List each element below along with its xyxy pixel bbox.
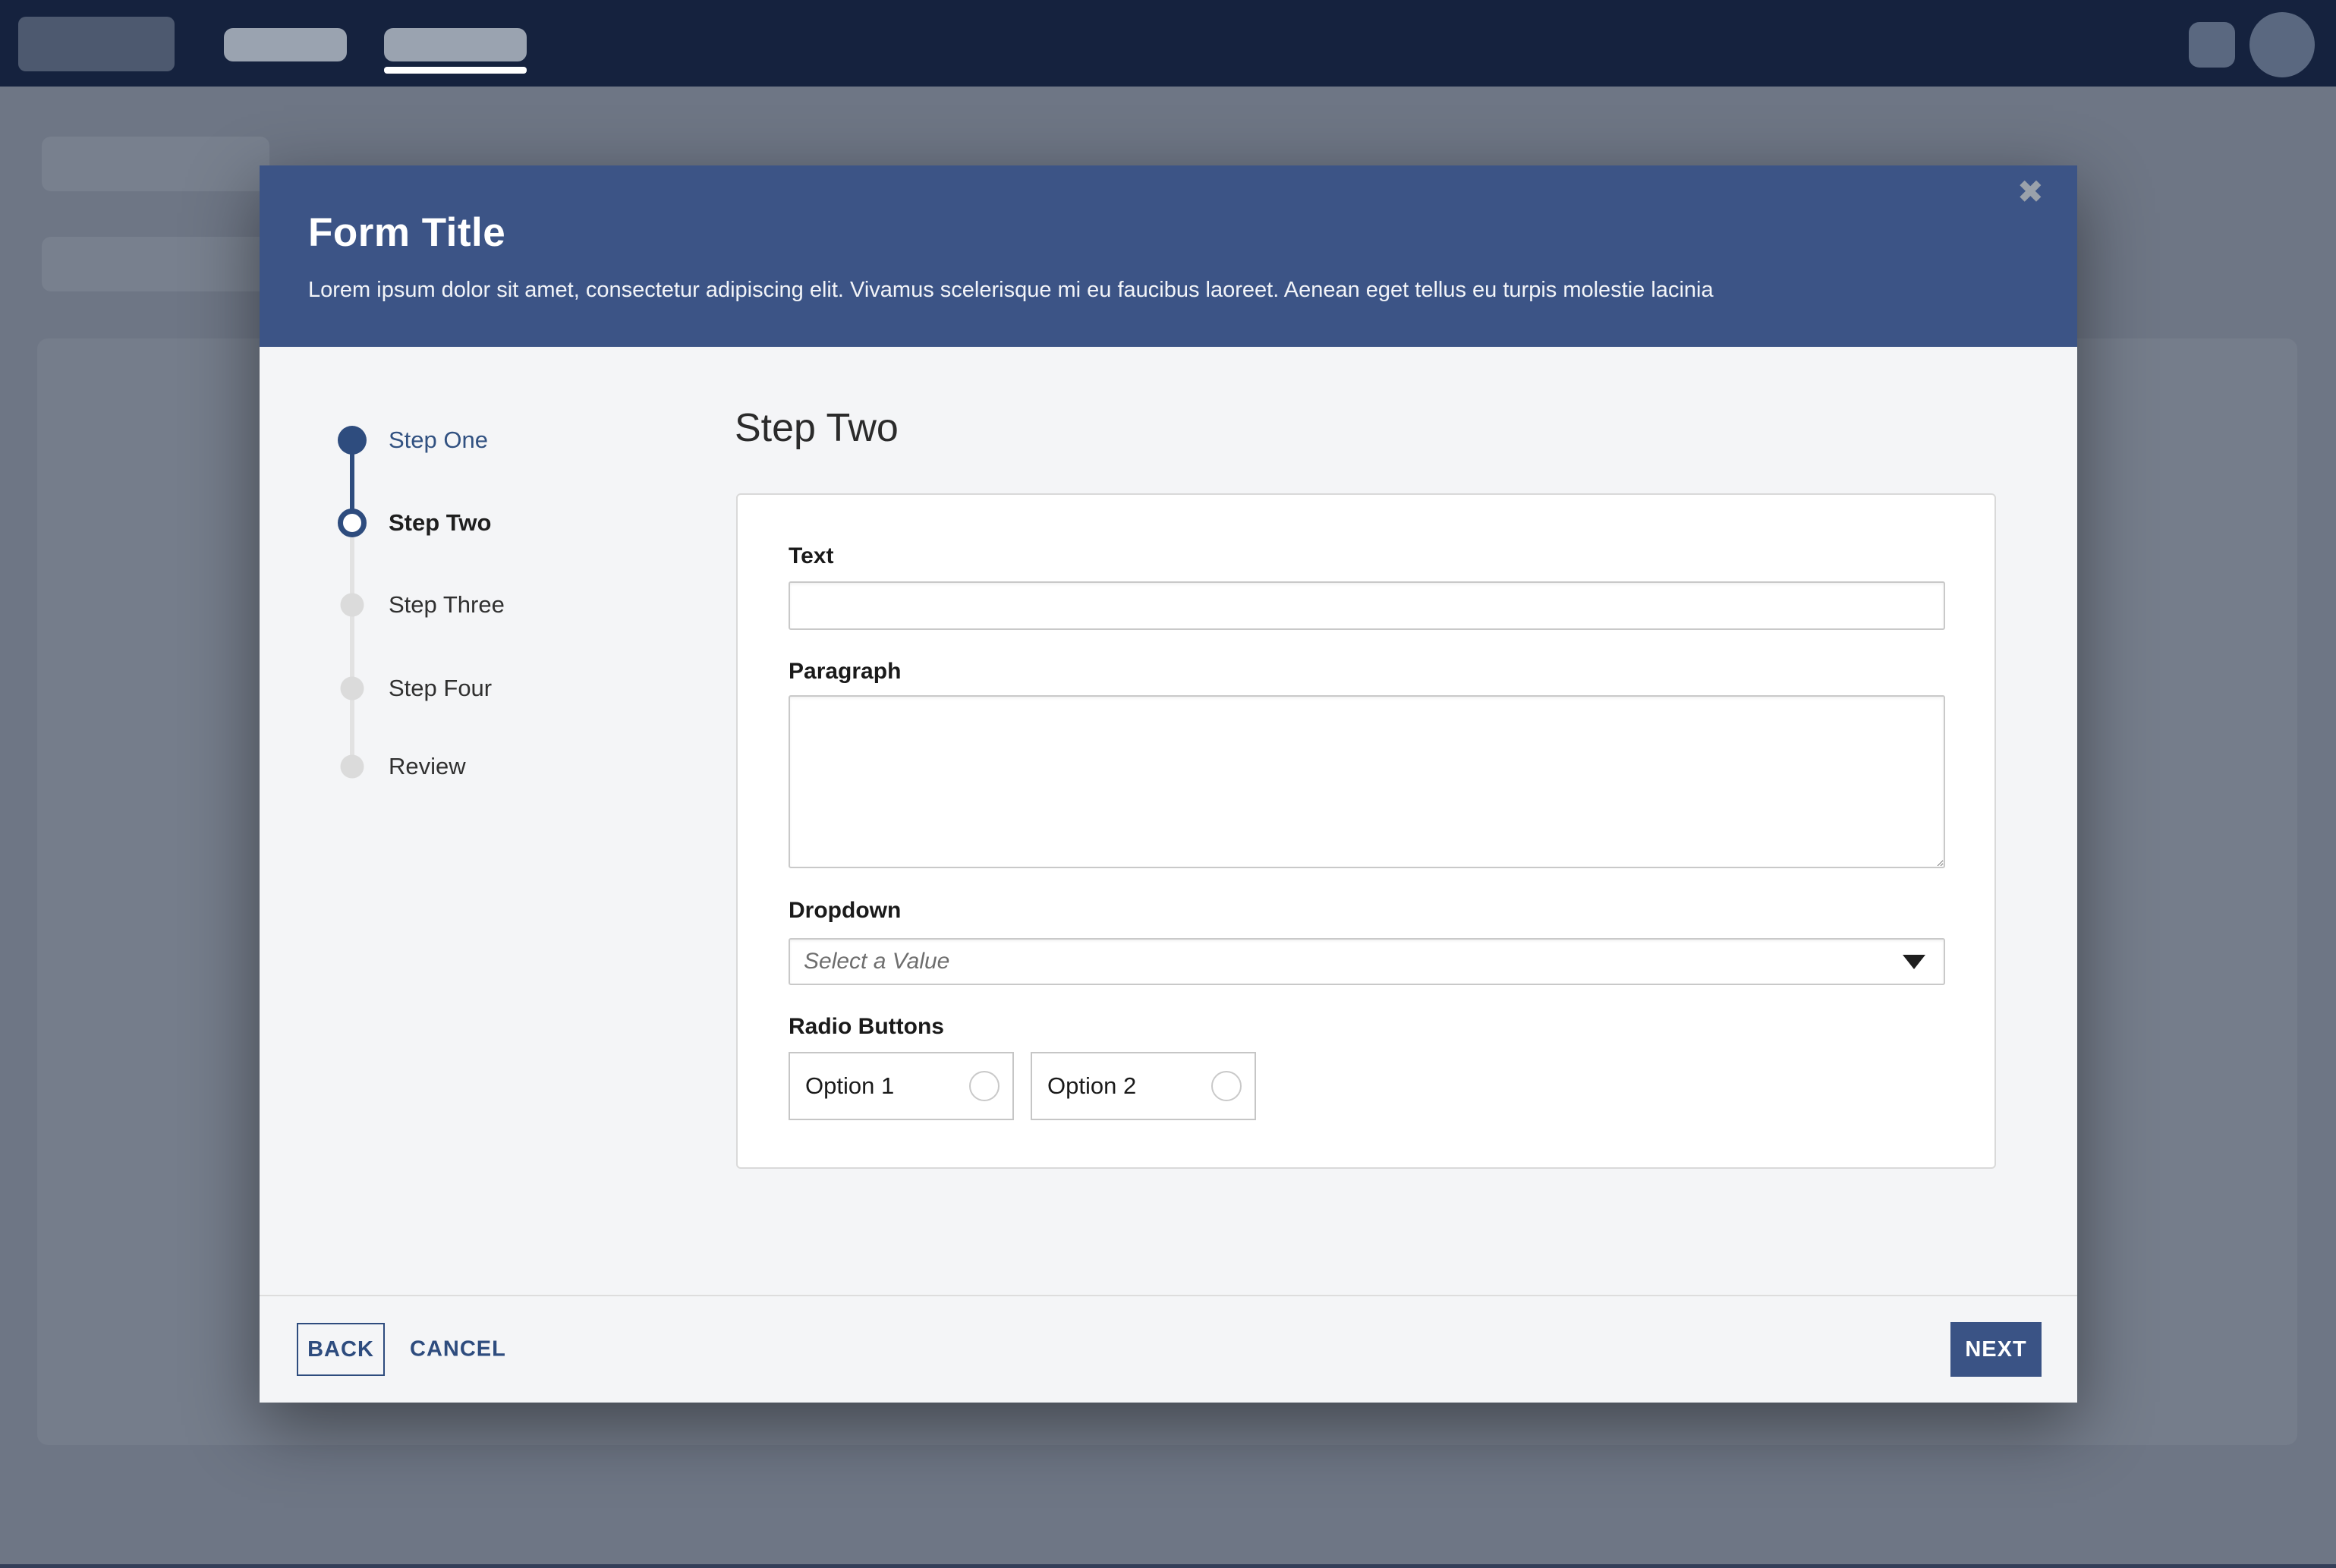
modal-header: Form Title Lorem ipsum dolor sit amet, c… — [260, 165, 2077, 347]
page-placeholder-block — [42, 237, 269, 291]
cancel-button[interactable]: CANCEL — [410, 1337, 506, 1362]
dropdown-field-label: Dropdown — [789, 898, 901, 924]
app-screen: Form Title Lorem ipsum dolor sit amet, c… — [0, 0, 2336, 1568]
radio-group: Option 1 Option 2 — [789, 1052, 1256, 1120]
step-heading: Step Two — [735, 405, 899, 451]
top-navigation-bar — [0, 0, 2336, 87]
modal-description: Lorem ipsum dolor sit amet, consectetur … — [308, 278, 1978, 303]
app-switcher-icon[interactable] — [2189, 22, 2235, 68]
logo-placeholder — [18, 17, 175, 71]
radio-option-label: Option 1 — [805, 1072, 969, 1100]
form-wizard-modal: Form Title Lorem ipsum dolor sit amet, c… — [260, 165, 2077, 1403]
modal-title: Form Title — [308, 209, 505, 256]
paragraph-field-label: Paragraph — [789, 659, 901, 685]
nav-item-placeholder[interactable] — [224, 28, 347, 61]
wizard-stepper: Step One Step Two Step Three Step Four R… — [260, 347, 735, 1295]
step-dot-completed[interactable] — [338, 426, 367, 455]
chevron-down-icon — [1903, 955, 1925, 969]
stepper-item-step-two[interactable]: Step Two — [389, 509, 491, 537]
close-icon[interactable]: ✖ — [2017, 176, 2044, 208]
active-tab-underline — [384, 67, 527, 74]
stepper-item-step-three[interactable]: Step Three — [389, 591, 505, 619]
radio-option-label: Option 2 — [1047, 1072, 1211, 1100]
nav-item-placeholder-active[interactable] — [384, 28, 527, 61]
next-button[interactable]: NEXT — [1950, 1322, 2042, 1377]
back-button[interactable]: BACK — [297, 1323, 385, 1376]
step-dot-upcoming[interactable] — [341, 677, 364, 701]
text-input[interactable] — [789, 581, 1945, 630]
modal-body: Step One Step Two Step Three Step Four R… — [260, 347, 2077, 1295]
radio-group-label: Radio Buttons — [789, 1014, 944, 1040]
form-card: Text Paragraph Dropdown Select a Value R… — [736, 493, 1996, 1169]
stepper-item-step-four[interactable]: Step Four — [389, 675, 492, 702]
paragraph-textarea[interactable] — [789, 695, 1945, 868]
step-dot-upcoming[interactable] — [341, 594, 364, 617]
radio-option-1[interactable]: Option 1 — [789, 1052, 1014, 1120]
radio-button-icon[interactable] — [1211, 1071, 1242, 1101]
radio-button-icon[interactable] — [969, 1071, 1000, 1101]
page-placeholder-block — [42, 137, 269, 191]
step-dot-upcoming[interactable] — [341, 755, 364, 779]
step-dot-current[interactable] — [338, 508, 367, 537]
radio-option-2[interactable]: Option 2 — [1031, 1052, 1256, 1120]
dropdown-placeholder: Select a Value — [804, 949, 1903, 974]
stepper-item-step-one[interactable]: Step One — [389, 427, 488, 454]
page-bottom-edge — [0, 1564, 2336, 1568]
avatar[interactable] — [2249, 12, 2315, 77]
modal-footer: BACK CANCEL NEXT — [260, 1295, 2077, 1403]
stepper-item-review[interactable]: Review — [389, 753, 466, 780]
dropdown-select[interactable]: Select a Value — [789, 938, 1945, 985]
text-field-label: Text — [789, 543, 833, 569]
